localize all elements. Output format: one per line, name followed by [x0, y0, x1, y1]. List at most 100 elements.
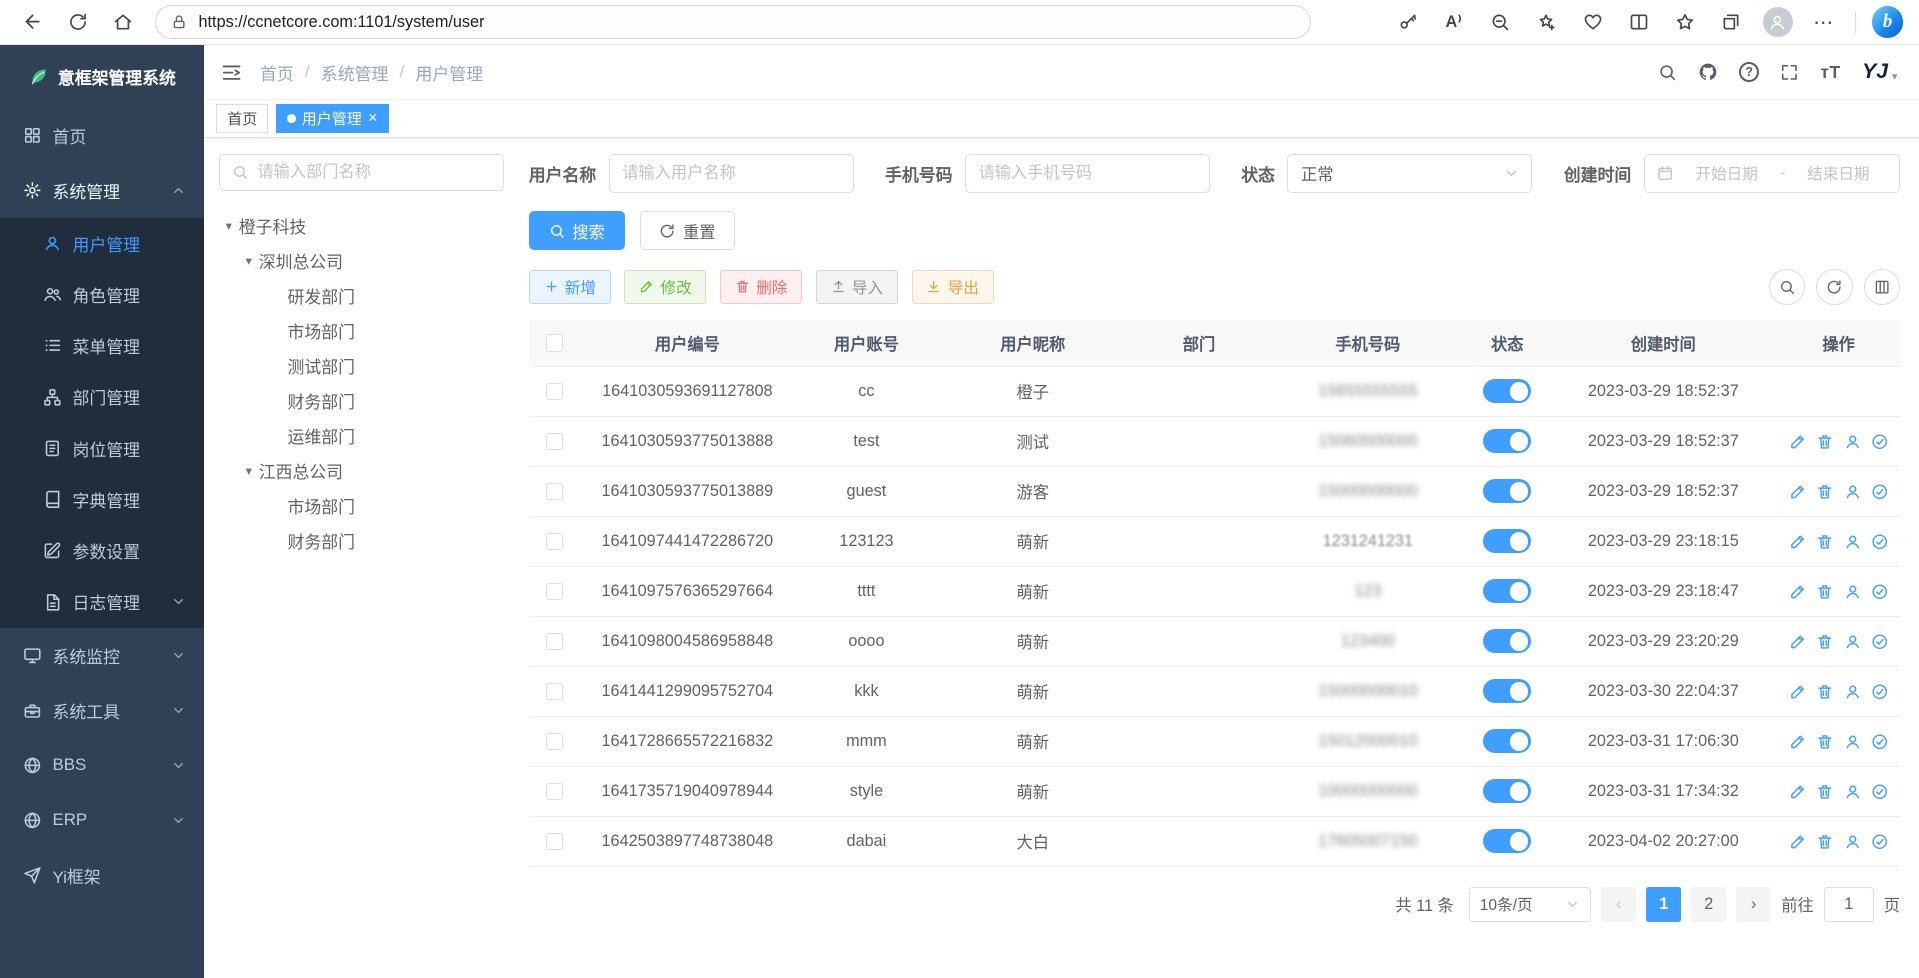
add-favorite-button[interactable] — [1526, 5, 1566, 40]
edit-row-icon[interactable] — [1789, 433, 1807, 451]
tree-expand-caret[interactable]: ▾ — [239, 463, 259, 478]
status-toggle[interactable] — [1483, 679, 1531, 703]
reset-password-icon[interactable] — [1844, 783, 1862, 801]
sidebar-item-yi-framework[interactable]: Yi框架 — [0, 848, 204, 903]
sidebar-item-user-mgmt[interactable]: 用户管理 — [0, 218, 204, 269]
tree-node-dept[interactable]: 市场部门 — [219, 488, 504, 523]
username-input[interactable] — [622, 164, 840, 183]
delete-row-icon[interactable] — [1816, 683, 1834, 701]
collections-button[interactable] — [1711, 5, 1751, 40]
status-select[interactable]: 正常 — [1287, 154, 1532, 193]
favorites-button[interactable] — [1665, 5, 1705, 40]
url-input[interactable] — [199, 13, 1296, 32]
sidebar-item-system-mgmt[interactable]: 系统管理 — [0, 163, 204, 218]
reset-password-icon[interactable] — [1844, 683, 1862, 701]
column-settings-button[interactable] — [1864, 269, 1900, 305]
assign-role-icon[interactable] — [1871, 683, 1889, 701]
delete-row-icon[interactable] — [1816, 483, 1834, 501]
refresh-table-button[interactable] — [1816, 269, 1852, 305]
sidebar-item-menu-mgmt[interactable]: 菜单管理 — [0, 320, 204, 371]
tree-node-company[interactable]: ▾橙子科技 — [219, 208, 504, 243]
assign-role-icon[interactable] — [1871, 833, 1889, 851]
close-icon[interactable]: × — [368, 110, 378, 126]
status-toggle[interactable] — [1483, 629, 1531, 653]
status-toggle[interactable] — [1483, 379, 1531, 403]
delete-row-icon[interactable] — [1816, 783, 1834, 801]
tree-node-dept[interactable]: 财务部门 — [219, 383, 504, 418]
page-button-1[interactable]: 1 — [1646, 887, 1681, 922]
site-info-lock-icon[interactable] — [171, 14, 187, 30]
sidebar-item-dept-mgmt[interactable]: 部门管理 — [0, 371, 204, 422]
status-toggle[interactable] — [1483, 779, 1531, 803]
profile-button[interactable] — [1758, 5, 1798, 40]
copilot-bing-button[interactable]: b — [1868, 5, 1908, 40]
reset-password-icon[interactable] — [1844, 733, 1862, 751]
reset-password-icon[interactable] — [1844, 483, 1862, 501]
tree-expand-caret[interactable]: ▾ — [239, 253, 259, 268]
reset-button[interactable]: 重置 — [640, 211, 736, 250]
edit-button[interactable]: 修改 — [624, 270, 706, 304]
prev-page-button[interactable]: ‹ — [1601, 887, 1636, 922]
edit-row-icon[interactable] — [1789, 833, 1807, 851]
edit-row-icon[interactable] — [1789, 483, 1807, 501]
status-toggle[interactable] — [1483, 579, 1531, 603]
help-button[interactable]: ? — [1739, 62, 1759, 82]
export-button[interactable]: 导出 — [912, 270, 994, 304]
status-toggle[interactable] — [1483, 479, 1531, 503]
tab-home[interactable]: 首页 — [216, 104, 268, 133]
add-button[interactable]: 新增 — [529, 270, 611, 304]
github-button[interactable] — [1698, 61, 1718, 84]
row-checkbox[interactable] — [546, 633, 564, 651]
row-checkbox[interactable] — [546, 583, 564, 601]
assign-role-icon[interactable] — [1871, 433, 1889, 451]
delete-row-icon[interactable] — [1816, 833, 1834, 851]
sidebar-item-system-monitor[interactable]: 系统监控 — [0, 628, 204, 683]
sidebar-item-bbs[interactable]: BBS — [0, 738, 204, 793]
toggle-search-button[interactable] — [1769, 269, 1805, 305]
delete-row-icon[interactable] — [1816, 533, 1834, 551]
back-button[interactable] — [13, 5, 53, 40]
tree-node-dept[interactable]: 研发部门 — [219, 278, 504, 313]
dept-search-input[interactable] — [257, 163, 490, 182]
refresh-button[interactable] — [58, 5, 98, 40]
assign-role-icon[interactable] — [1871, 633, 1889, 651]
phone-input[interactable] — [978, 164, 1196, 183]
reset-password-icon[interactable] — [1844, 833, 1862, 851]
sidebar-item-system-tools[interactable]: 系统工具 — [0, 683, 204, 738]
user-avatar-menu[interactable]: YJ ▾ — [1862, 61, 1897, 82]
assign-role-icon[interactable] — [1871, 583, 1889, 601]
split-screen-button[interactable] — [1619, 5, 1659, 40]
reset-password-icon[interactable] — [1844, 583, 1862, 601]
search-button[interactable]: 搜索 — [529, 211, 625, 250]
row-checkbox[interactable] — [546, 433, 564, 451]
breadcrumb-system-mgmt[interactable]: 系统管理 — [321, 60, 388, 85]
tree-node-dept[interactable]: 财务部门 — [219, 523, 504, 558]
sidebar-item-param-settings[interactable]: 参数设置 — [0, 525, 204, 576]
row-checkbox[interactable] — [546, 383, 564, 401]
import-button[interactable]: 导入 — [816, 270, 898, 304]
header-search-button[interactable] — [1658, 61, 1677, 84]
page-button-2[interactable]: 2 — [1691, 887, 1726, 922]
delete-row-icon[interactable] — [1816, 583, 1834, 601]
sidebar-item-dict-mgmt[interactable]: 字典管理 — [0, 474, 204, 525]
edit-row-icon[interactable] — [1789, 683, 1807, 701]
tree-node-dept[interactable]: 市场部门 — [219, 313, 504, 348]
row-checkbox[interactable] — [546, 833, 564, 851]
assign-role-icon[interactable] — [1871, 783, 1889, 801]
tree-node-dept[interactable]: 运维部门 — [219, 418, 504, 453]
page-size-select[interactable]: 10条/页 — [1469, 887, 1592, 922]
fullscreen-button[interactable] — [1780, 61, 1799, 84]
tab-user-mgmt[interactable]: 用户管理 × — [276, 104, 389, 133]
tree-node-branch[interactable]: ▾江西总公司 — [219, 453, 504, 488]
row-checkbox[interactable] — [546, 483, 564, 501]
goto-page-input[interactable] — [1824, 887, 1874, 922]
sidebar-item-role-mgmt[interactable]: 角色管理 — [0, 269, 204, 320]
reset-password-icon[interactable] — [1844, 633, 1862, 651]
browser-essentials-button[interactable] — [1573, 5, 1613, 40]
row-checkbox[interactable] — [546, 683, 564, 701]
row-checkbox[interactable] — [546, 733, 564, 751]
date-range-picker[interactable]: 开始日期 - 结束日期 — [1644, 154, 1900, 193]
tree-node-branch[interactable]: ▾深圳总公司 — [219, 243, 504, 278]
read-aloud-button[interactable]: A⁾ — [1434, 5, 1474, 40]
zoom-button[interactable] — [1480, 5, 1520, 40]
